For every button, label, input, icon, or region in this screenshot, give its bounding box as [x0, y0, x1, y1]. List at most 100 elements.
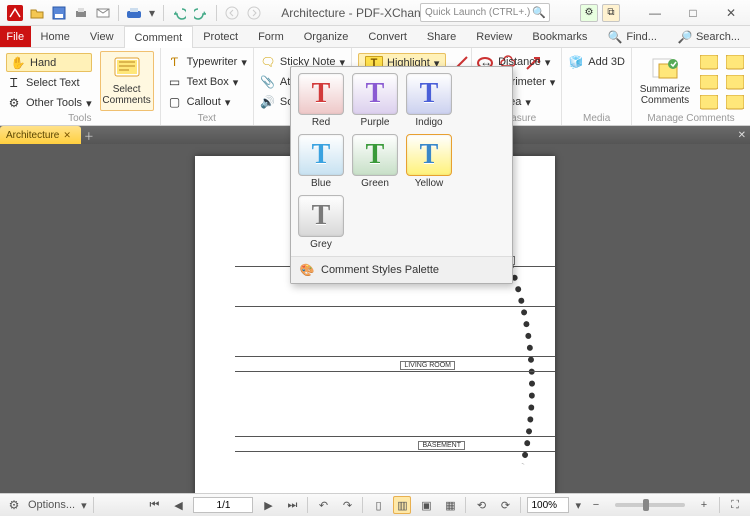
- chevron-down-icon: ▾: [86, 97, 92, 110]
- mc-5-icon[interactable]: [726, 75, 744, 91]
- ui-options-icon[interactable]: ⚙: [580, 4, 598, 22]
- redo-icon[interactable]: [192, 4, 210, 22]
- zoom-slider[interactable]: [615, 503, 685, 507]
- swatch-letter-icon: T: [420, 139, 439, 171]
- menubar: File Home View Comment Protect Form Orga…: [0, 26, 750, 48]
- swatch-box: T: [298, 134, 344, 176]
- scan-icon[interactable]: [125, 4, 143, 22]
- save-icon[interactable]: [50, 4, 68, 22]
- rotate-cw-icon[interactable]: ⟳: [496, 496, 514, 514]
- next-view-button[interactable]: ↷: [338, 496, 356, 514]
- swatch-grey[interactable]: TGrey: [297, 195, 345, 250]
- swatch-indigo[interactable]: TIndigo: [405, 73, 453, 128]
- zoom-in-button[interactable]: +: [695, 496, 713, 514]
- file-tab[interactable]: File: [0, 26, 31, 47]
- quick-launch-input[interactable]: Quick Launch (CTRL+.) 🔍: [420, 3, 550, 22]
- menu-home[interactable]: Home: [31, 26, 80, 47]
- print-icon[interactable]: [72, 4, 90, 22]
- prev-page-button[interactable]: ◀: [169, 496, 187, 514]
- group-label-text: Text: [161, 113, 253, 125]
- summarize-comments-button[interactable]: Summarize Comments: [638, 51, 692, 111]
- swatch-yellow[interactable]: T Yellow: [405, 134, 453, 189]
- layout-facing-cont-icon[interactable]: ▦: [441, 496, 459, 514]
- quick-access-toolbar: ▾: [0, 4, 263, 22]
- menu-bookmarks[interactable]: Bookmarks: [522, 26, 597, 47]
- swatch-red[interactable]: TRed: [297, 73, 345, 128]
- last-page-button[interactable]: ⏭: [283, 496, 301, 514]
- mc-1-icon[interactable]: [700, 55, 718, 71]
- menu-review[interactable]: Review: [466, 26, 522, 47]
- next-page-button[interactable]: ▶: [259, 496, 277, 514]
- typewriter-tool[interactable]: ƬTypewriter▾: [167, 53, 247, 71]
- menu-organize[interactable]: Organize: [294, 26, 359, 47]
- layout-facing-icon[interactable]: ▣: [417, 496, 435, 514]
- swatch-label: Grey: [310, 239, 332, 250]
- menu-view[interactable]: View: [80, 26, 124, 47]
- find-button[interactable]: 🔍Find...: [597, 26, 667, 47]
- swatch-label: Yellow: [415, 178, 444, 189]
- fit-visible-icon[interactable]: ⛶: [726, 496, 744, 514]
- callout-tool[interactable]: ▢Callout▾: [167, 93, 247, 111]
- menu-form[interactable]: Form: [248, 26, 294, 47]
- swatch-blue[interactable]: TBlue: [297, 134, 345, 189]
- chevron-icon: ▾: [233, 76, 239, 89]
- undo-icon[interactable]: [170, 4, 188, 22]
- statusbar: ⚙ Options...▾ ⏮ ◀ ▶ ⏭ ↶ ↷ ▯ ▥ ▣ ▦ ⟲ ⟳ ▾ …: [0, 493, 750, 516]
- qat-dropdown-icon[interactable]: ▾: [147, 4, 157, 22]
- launch-icon[interactable]: ⧉: [602, 4, 620, 22]
- swatch-letter-icon: T: [366, 78, 385, 110]
- select-text-tool[interactable]: ᏆSelect Text: [6, 74, 92, 92]
- maximize-button[interactable]: □: [674, 0, 712, 26]
- layout-continuous-icon[interactable]: ▥: [393, 496, 411, 514]
- open-icon[interactable]: [28, 4, 46, 22]
- page-input[interactable]: [193, 497, 253, 513]
- swatch-letter-icon: T: [366, 139, 385, 171]
- menu-protect[interactable]: Protect: [193, 26, 248, 47]
- tabstrip-close-icon[interactable]: ✕: [738, 130, 746, 141]
- mc-2-icon[interactable]: [700, 75, 718, 91]
- cube-icon: 🧊: [568, 54, 584, 70]
- menu-share[interactable]: Share: [417, 26, 466, 47]
- nav-back-icon[interactable]: [223, 4, 241, 22]
- nav-fwd-icon[interactable]: [245, 4, 263, 22]
- zoom-thumb[interactable]: [643, 499, 649, 511]
- select-comments-button[interactable]: Select Comments: [100, 51, 154, 111]
- swatch-purple[interactable]: TPurple: [351, 73, 399, 128]
- search-button[interactable]: 🔎Search...: [667, 26, 750, 47]
- email-icon[interactable]: [94, 4, 112, 22]
- sticky-icon: 🗨: [260, 54, 276, 70]
- chevron-icon: ▾: [241, 56, 247, 69]
- first-page-button[interactable]: ⏮: [145, 496, 163, 514]
- close-button[interactable]: ✕: [712, 0, 750, 26]
- other-tools[interactable]: ⚙Other Tools ▾: [6, 94, 92, 112]
- new-tab-button[interactable]: ＋: [81, 128, 97, 143]
- swatch-box: T: [298, 73, 344, 115]
- prev-view-button[interactable]: ↶: [314, 496, 332, 514]
- swatch-box: T: [352, 73, 398, 115]
- zoom-dropdown-icon[interactable]: ▾: [575, 499, 581, 512]
- swatch-green[interactable]: TGreen: [351, 134, 399, 189]
- comment-styles-palette-button[interactable]: 🎨 Comment Styles Palette: [291, 256, 512, 283]
- add-3d-tool[interactable]: 🧊Add 3D: [568, 53, 625, 71]
- swatch-box: T: [406, 134, 452, 176]
- zoom-out-button[interactable]: −: [587, 496, 605, 514]
- room-basement: BASEMENT: [418, 441, 465, 450]
- search-icon: 🔍: [532, 6, 546, 19]
- mc-3-icon[interactable]: [700, 95, 718, 111]
- doc-tab-close-icon[interactable]: ✕: [63, 130, 71, 141]
- group-tools: ✋Hand ᏆSelect Text ⚙Other Tools ▾ Select…: [0, 48, 161, 125]
- find-icon: 🔍: [607, 29, 623, 45]
- swatch-letter-icon: T: [312, 78, 331, 110]
- rotate-ccw-icon[interactable]: ⟲: [472, 496, 490, 514]
- mc-6-icon[interactable]: [726, 95, 744, 111]
- options-button[interactable]: Options...: [28, 499, 75, 511]
- doc-tab-architecture[interactable]: Architecture ✕: [0, 126, 81, 144]
- menu-convert[interactable]: Convert: [358, 26, 417, 47]
- textbox-tool[interactable]: ▭Text Box▾: [167, 73, 247, 91]
- minimize-button[interactable]: —: [636, 0, 674, 26]
- hand-tool[interactable]: ✋Hand: [6, 53, 92, 72]
- menu-comment[interactable]: Comment: [124, 26, 194, 48]
- mc-4-icon[interactable]: [726, 55, 744, 71]
- zoom-input[interactable]: [527, 497, 569, 513]
- layout-single-icon[interactable]: ▯: [369, 496, 387, 514]
